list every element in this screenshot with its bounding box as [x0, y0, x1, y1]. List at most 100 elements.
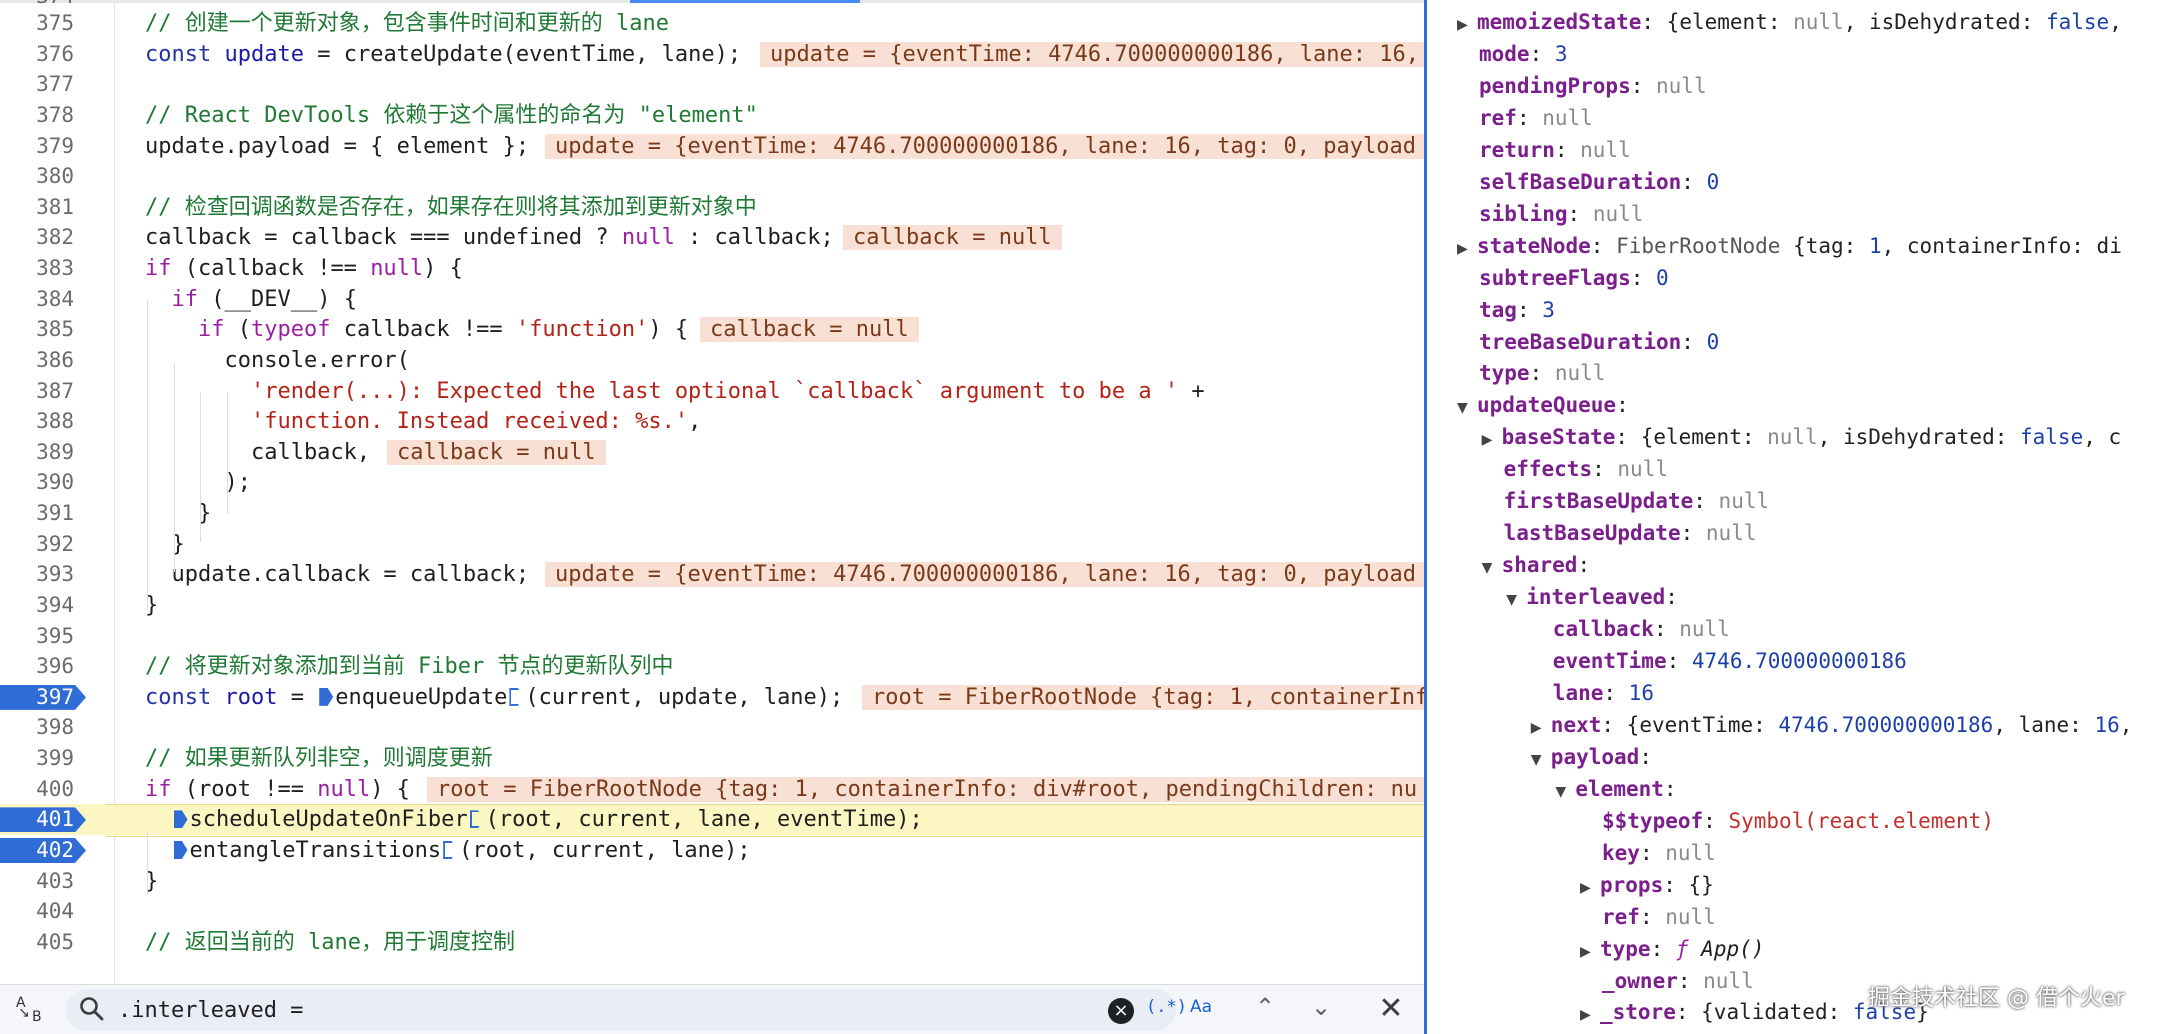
- line-number[interactable]: 378: [0, 100, 74, 131]
- code-text[interactable]: if (__DEV__) {: [145, 284, 357, 315]
- scope-property-row[interactable]: $$typeof: Symbol(react.element): [1602, 805, 1994, 837]
- line-number[interactable]: 394: [0, 590, 74, 621]
- code-text[interactable]: if (root !== null) {: [145, 774, 410, 805]
- code-text[interactable]: if (callback !== null) {: [145, 253, 463, 284]
- line-number[interactable]: 393: [0, 559, 74, 590]
- scope-property-row[interactable]: ▶ stateNode: FiberRootNode {tag: 1, conta…: [1457, 230, 2122, 262]
- scope-panel[interactable]: ▶ memoizedState: {element: null, isDehydr…: [1427, 0, 2180, 1034]
- collapsed-triangle-icon[interactable]: ▶: [1580, 872, 1600, 904]
- scope-property-row[interactable]: ▼ payload:: [1531, 741, 1665, 773]
- line-number[interactable]: 391: [0, 498, 74, 529]
- search-input[interactable]: [118, 993, 1098, 1027]
- scope-property-row[interactable]: callback: null: [1553, 613, 1730, 645]
- code-text[interactable]: update.payload = { element };: [145, 131, 529, 162]
- scope-property-row[interactable]: ▶ props: {}: [1580, 869, 1714, 901]
- code-text[interactable]: console.error(: [145, 345, 409, 376]
- line-number[interactable]: 388: [0, 406, 74, 437]
- inline-breakpoint-icon[interactable]: [173, 841, 188, 859]
- collapsed-triangle-icon[interactable]: ▶: [1457, 233, 1477, 265]
- scope-property-row[interactable]: type: null: [1479, 357, 1605, 389]
- code-text[interactable]: // 创建一个更新对象，包含事件时间和更新的 lane: [145, 8, 669, 39]
- code-text[interactable]: update.callback = callback;: [145, 559, 529, 590]
- previous-match-button[interactable]: ⌃: [1250, 993, 1280, 1023]
- scope-property-row[interactable]: ▼ updateQueue:: [1457, 389, 1641, 421]
- scope-property-row[interactable]: ▼ interleaved:: [1506, 581, 1690, 613]
- collapsed-triangle-icon[interactable]: ▶: [1531, 712, 1551, 744]
- scope-property-row[interactable]: subtreeFlags: 0: [1479, 262, 1669, 294]
- line-number[interactable]: 396: [0, 651, 74, 682]
- scope-property-row[interactable]: lastBaseUpdate: null: [1504, 517, 1757, 549]
- line-number[interactable]: 385: [0, 314, 74, 345]
- code-text[interactable]: callback,: [145, 437, 370, 468]
- scope-property-row[interactable]: ref: null: [1602, 901, 1716, 933]
- case-sensitive-toggle-button[interactable]: Aa: [1190, 997, 1212, 1017]
- expanded-triangle-icon[interactable]: ▼: [1531, 744, 1551, 776]
- code-editor[interactable]: 374375// 创建一个更新对象，包含事件时间和更新的 lane376cons…: [0, 0, 1424, 984]
- line-number[interactable]: 380: [0, 161, 74, 192]
- scope-property-row[interactable]: treeBaseDuration: 0: [1479, 326, 1719, 358]
- code-text[interactable]: const root = enqueueUpdate (current, upda…: [145, 682, 843, 713]
- line-number[interactable]: 400: [0, 774, 74, 805]
- collapsed-triangle-icon[interactable]: ▶: [1482, 424, 1502, 456]
- code-text[interactable]: );: [145, 467, 251, 498]
- scope-property-row[interactable]: sibling: null: [1479, 198, 1643, 230]
- line-number[interactable]: 404: [0, 896, 74, 927]
- line-number[interactable]: 377: [0, 69, 74, 100]
- scope-property-row[interactable]: tag: 3: [1479, 294, 1555, 326]
- expanded-triangle-icon[interactable]: ▼: [1457, 392, 1477, 424]
- line-number[interactable]: 381: [0, 192, 74, 223]
- expanded-triangle-icon[interactable]: ▼: [1555, 776, 1575, 808]
- clear-search-button[interactable]: ×: [1108, 998, 1134, 1024]
- scope-property-row[interactable]: eventTime: 4746.700000000186: [1553, 645, 1907, 677]
- line-number[interactable]: 387: [0, 376, 74, 407]
- line-number[interactable]: 379: [0, 131, 74, 162]
- scope-property-row[interactable]: ▶ baseState: {element: null, isDehydrated…: [1482, 421, 2122, 453]
- close-search-button[interactable]: ✕: [1375, 991, 1407, 1026]
- code-text[interactable]: if (typeof callback !== 'function') {: [145, 314, 688, 345]
- code-text[interactable]: // 如果更新队列非空，则调度更新: [145, 743, 493, 774]
- scope-property-row[interactable]: pendingProps: null: [1479, 70, 1707, 102]
- expanded-triangle-icon[interactable]: ▼: [1506, 584, 1526, 616]
- code-text[interactable]: }: [145, 498, 211, 529]
- line-number[interactable]: 395: [0, 621, 74, 652]
- scope-property-row[interactable]: key: null: [1602, 837, 1716, 869]
- scope-property-row[interactable]: selfBaseDuration: 0: [1479, 166, 1719, 198]
- line-number[interactable]: 389: [0, 437, 74, 468]
- code-text[interactable]: // 将更新对象添加到当前 Fiber 节点的更新队列中: [145, 651, 673, 682]
- code-text[interactable]: scheduleUpdateOnFiber (root, current, lan…: [145, 804, 923, 835]
- scope-property-row[interactable]: effects: null: [1504, 453, 1668, 485]
- scope-property-row[interactable]: ▼ element:: [1555, 773, 1689, 805]
- line-number[interactable]: 398: [0, 712, 74, 743]
- code-text[interactable]: callback = callback === undefined ? null…: [145, 222, 834, 253]
- scope-property-row[interactable]: ▶ type: ƒ App(): [1580, 933, 1764, 965]
- line-number[interactable]: 397: [0, 682, 74, 713]
- line-number[interactable]: 375: [0, 8, 74, 39]
- line-number[interactable]: 399: [0, 743, 74, 774]
- collapsed-triangle-icon[interactable]: ▶: [1580, 999, 1600, 1031]
- code-text[interactable]: // 检查回调函数是否存在，如果存在则将其添加到更新对象中: [145, 192, 757, 223]
- code-text[interactable]: 'function. Instead received: %s.',: [145, 406, 701, 437]
- line-number[interactable]: 384: [0, 284, 74, 315]
- line-number[interactable]: 376: [0, 39, 74, 70]
- line-number[interactable]: 402: [0, 835, 74, 866]
- code-text[interactable]: entangleTransitions (root, current, lane)…: [145, 835, 751, 866]
- collapsed-triangle-icon[interactable]: ▶: [1457, 9, 1477, 41]
- expanded-triangle-icon[interactable]: ▼: [1482, 552, 1502, 584]
- inline-breakpoint-icon[interactable]: [509, 687, 524, 706]
- inline-breakpoint-icon[interactable]: [469, 810, 484, 829]
- line-number[interactable]: 382: [0, 222, 74, 253]
- scope-property-row[interactable]: firstBaseUpdate: null: [1504, 485, 1770, 517]
- scope-property-row[interactable]: ▼ shared:: [1482, 549, 1603, 581]
- scope-property-row[interactable]: _owner: null: [1602, 965, 1754, 997]
- line-number[interactable]: 390: [0, 467, 74, 498]
- line-number[interactable]: 405: [0, 927, 74, 958]
- code-text[interactable]: 'render(...): Expected the last optional…: [145, 376, 1205, 407]
- inline-breakpoint-icon[interactable]: [443, 841, 458, 859]
- code-text[interactable]: const update = createUpdate(eventTime, l…: [145, 39, 741, 70]
- line-number[interactable]: 403: [0, 866, 74, 897]
- inline-breakpoint-icon[interactable]: [173, 810, 188, 829]
- line-number[interactable]: 392: [0, 529, 74, 560]
- code-text[interactable]: // React DevTools 依赖于这个属性的命名为 "element": [145, 100, 758, 131]
- scope-property-row[interactable]: mode: 3: [1479, 38, 1568, 70]
- scope-property-row[interactable]: lane: 16: [1553, 677, 1654, 709]
